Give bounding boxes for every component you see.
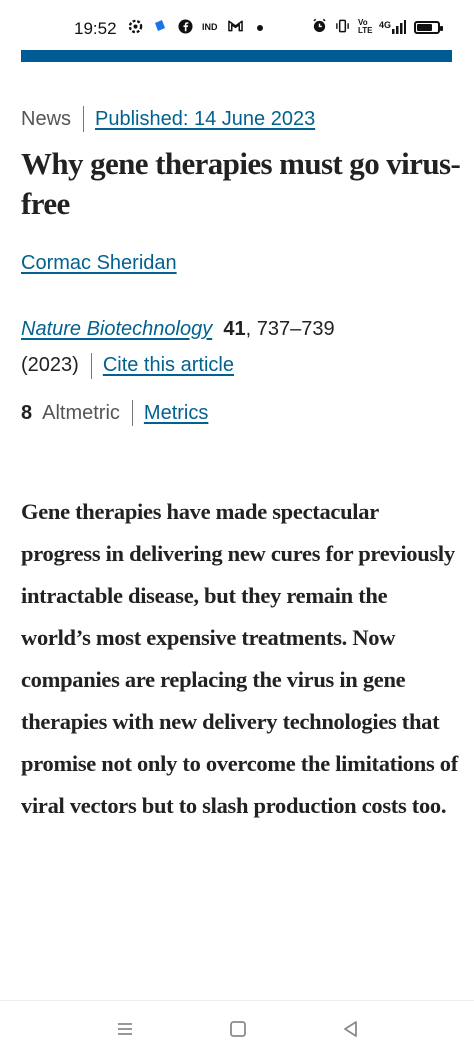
article-standfirst: Gene therapies have made spectacular pro… [21,499,458,818]
svg-text:IND: IND [202,22,218,32]
divider [90,352,92,379]
network-type-label: 4G [378,20,391,30]
home-icon[interactable] [228,1019,250,1041]
system-nav-bar [0,1000,474,1058]
citation-block: Nature Biotechnology 41, 737–739 (2023) C… [21,311,461,383]
article-type: News [21,107,72,130]
journal-link[interactable]: Nature Biotechnology [21,318,212,340]
gmail-icon [227,19,243,35]
notification-icons: IND [127,19,268,35]
publication-year: (2023) [21,354,79,376]
header-bar [21,50,452,62]
divider [131,400,133,426]
status-bar: 19:52 IND Vo LTE 4G [0,0,474,52]
facebook-icon [177,19,193,35]
vibrate-icon [335,19,350,36]
altmetric-count: 8 [21,401,33,424]
altmetric-label: Altmetric [42,401,120,424]
menu-icon[interactable] [115,1019,137,1041]
battery-icon [414,20,443,34]
alarm-icon [312,18,327,36]
metrics-link[interactable]: Metrics [144,402,208,425]
cite-article-link[interactable]: Cite this article [103,354,234,376]
author-link[interactable]: Cormac Sheridan [21,252,177,274]
dot-icon [252,19,268,35]
volume-number: 41 [223,318,246,340]
battery-level [417,23,432,31]
metrics-row: 8 Altmetric Metrics [21,400,208,426]
author-row: Cormac Sheridan [21,252,177,275]
volte-icon: Vo LTE [357,18,373,35]
system-icons: Vo LTE 4G [312,18,443,36]
settings-icon [127,19,143,35]
status-time: 19:52 [74,19,117,38]
page-range: , 737–739 [245,318,335,340]
article-title: Why gene therapies must go virus-free [21,146,461,221]
divider [83,106,85,132]
ind-icon: IND [202,19,218,35]
page: 19:52 IND Vo LTE 4G News Published: 14 J… [0,0,474,1058]
back-icon[interactable] [341,1019,363,1041]
signal-4g-icon: 4G [379,20,406,34]
app-icon [152,19,168,35]
article-meta: News Published: 14 June 2023 [21,106,315,132]
published-date-link[interactable]: Published: 14 June 2023 [95,108,315,131]
